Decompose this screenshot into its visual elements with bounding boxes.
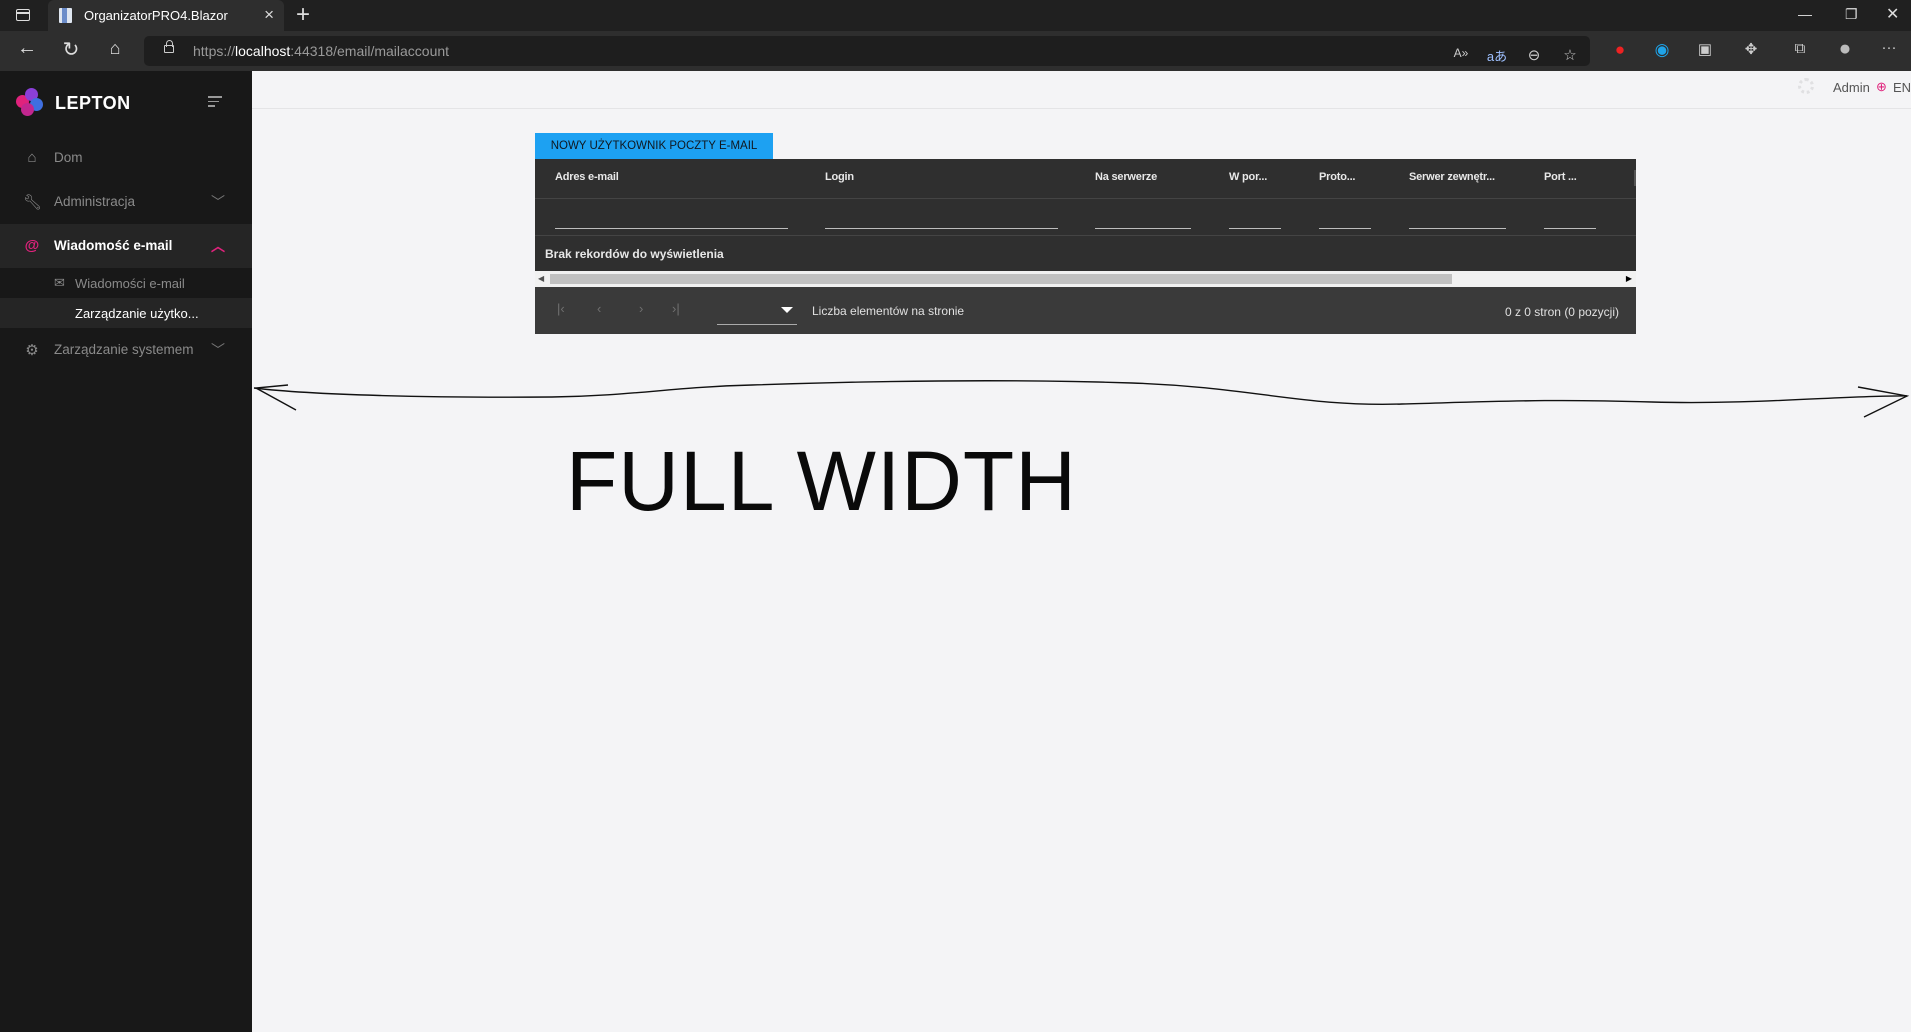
sidebar-item-administracja[interactable]: 🔧︎ Administracja ﹀ xyxy=(0,180,252,224)
collapse-menu-icon[interactable] xyxy=(208,96,222,110)
grid-header: Adres e-mail Login Na serwerze W por... … xyxy=(535,159,1636,199)
column-header[interactable]: Proto... xyxy=(1319,171,1355,183)
edge-extension-icon[interactable]: ◉ xyxy=(1651,40,1673,60)
sidebar-item-label: Administracja xyxy=(54,194,136,209)
profile-avatar-icon[interactable]: ● xyxy=(1834,37,1856,61)
pager: |‹ ‹ › ›| Liczba elementów na stronie 0 … xyxy=(535,287,1636,334)
sidebar: LEPTON ⌂ Dom 🔧︎ Administracja ﹀ @ Wiadom… xyxy=(0,71,252,1032)
tab-actions-icon[interactable] xyxy=(16,9,30,21)
brand-name: LEPTON xyxy=(55,93,131,113)
chevron-down-icon xyxy=(781,307,793,313)
collections-icon[interactable]: ⧉ xyxy=(1789,40,1811,57)
column-header[interactable]: W por... xyxy=(1229,171,1267,183)
filter-row xyxy=(535,198,1636,236)
home-icon[interactable]: ⌂ xyxy=(101,38,129,59)
filter-input[interactable] xyxy=(1229,228,1281,229)
settings-icon[interactable] xyxy=(1798,78,1814,94)
extension-red-icon[interactable]: ● xyxy=(1609,40,1631,60)
restore-icon[interactable]: ❐ xyxy=(1845,6,1858,23)
refresh-icon[interactable]: ↻ xyxy=(57,37,85,62)
browser-tab[interactable]: OrganizatorPRO4.Blazor × xyxy=(48,0,284,31)
chevron-up-icon: ︿ xyxy=(211,238,225,254)
empty-message: Brak rekordów do wyświetlenia xyxy=(545,247,724,261)
language-selector[interactable]: EN xyxy=(1893,80,1911,95)
full-width-arrow xyxy=(253,380,1910,418)
sidebar-item-zarzadzanie-systemem[interactable]: ⚙ Zarządzanie systemem ﹀ xyxy=(0,328,252,372)
filter-input[interactable] xyxy=(1409,228,1506,229)
chevron-down-icon: ﹀ xyxy=(211,342,225,358)
filter-input[interactable] xyxy=(825,228,1058,229)
column-header[interactable]: Port ... xyxy=(1544,171,1577,183)
more-menu-icon[interactable]: ··· xyxy=(1878,39,1900,56)
new-tab-icon[interactable]: + xyxy=(296,1,310,29)
language-globe-icon[interactable]: ⊕ xyxy=(1876,79,1887,95)
page-size-select[interactable] xyxy=(717,297,797,325)
at-icon: @ xyxy=(24,237,40,254)
close-window-icon[interactable]: ✕ xyxy=(1886,4,1899,24)
browser-tabbar: OrganizatorPRO4.Blazor × + — ❐ ✕ xyxy=(0,0,1911,31)
next-page-icon[interactable]: › xyxy=(639,301,643,316)
url-text[interactable]: https://localhost:44318/email/mailaccoun… xyxy=(193,43,449,59)
wrench-icon: 🔧︎ xyxy=(23,194,43,211)
user-menu[interactable]: Admin xyxy=(1833,80,1870,95)
scroll-left-icon[interactable]: ◀ xyxy=(538,274,544,283)
filter-input[interactable] xyxy=(1095,228,1191,229)
sidebar-subitem-zarzadzanie-uzytkownikami[interactable]: Zarządzanie użytko... xyxy=(0,298,252,328)
pager-info: 0 z 0 stron (0 pozycji) xyxy=(1504,305,1619,319)
column-header[interactable]: Serwer zewnętr... xyxy=(1409,171,1495,183)
mail-accounts-grid: Adres e-mail Login Na serwerze W por... … xyxy=(535,159,1636,334)
sidebar-item-label: Wiadomość e-mail xyxy=(54,238,173,253)
home-icon: ⌂ xyxy=(27,149,37,166)
scroll-right-icon[interactable]: ▶ xyxy=(1626,274,1632,283)
filter-input[interactable] xyxy=(555,228,788,229)
sidebar-subitem-label: Zarządzanie użytko... xyxy=(75,306,199,321)
filter-input[interactable] xyxy=(1544,228,1596,229)
new-mail-user-button[interactable]: NOWY UŻYTKOWNIK POCZTY E-MAIL xyxy=(535,133,773,159)
last-page-icon[interactable]: ›| xyxy=(672,301,680,316)
close-tab-icon[interactable]: × xyxy=(264,5,274,25)
sidebar-item-label: Zarządzanie systemem xyxy=(54,342,194,357)
page-favicon-icon xyxy=(59,8,72,23)
extension-box-icon[interactable]: ▣ xyxy=(1694,40,1716,58)
extensions-icon[interactable]: ✥ xyxy=(1740,40,1762,58)
column-header[interactable]: Adres e-mail xyxy=(555,171,619,183)
browser-toolbar: ← ↻ ⌂ https://localhost:44318/email/mail… xyxy=(0,31,1911,71)
page-size-label: Liczba elementów na stronie xyxy=(812,304,965,318)
chevron-down-icon: ﹀ xyxy=(211,194,225,210)
column-header[interactable]: Login xyxy=(825,171,854,183)
address-bar[interactable]: https://localhost:44318/email/mailaccoun… xyxy=(144,36,1590,66)
minimize-icon[interactable]: — xyxy=(1798,6,1812,22)
scrollbar-thumb[interactable] xyxy=(550,274,1452,284)
mail-icon: ✉ xyxy=(54,275,65,290)
sidebar-item-dom[interactable]: ⌂ Dom xyxy=(0,136,252,180)
sidebar-item-email[interactable]: @ Wiadomość e-mail ︿ xyxy=(0,224,252,268)
column-divider xyxy=(1634,170,1636,186)
gears-icon: ⚙ xyxy=(25,342,39,359)
prev-page-icon[interactable]: ‹ xyxy=(597,301,601,316)
zoom-icon[interactable]: ⊖ xyxy=(1523,46,1545,64)
read-aloud-icon[interactable]: A» xyxy=(1450,46,1472,60)
sidebar-subitem-wiadomosci[interactable]: ✉ Wiadomości e-mail xyxy=(0,268,252,298)
horizontal-scrollbar[interactable]: ◀ ▶ xyxy=(535,271,1636,287)
main-topbar xyxy=(252,71,1911,109)
first-page-icon[interactable]: |‹ xyxy=(557,301,565,316)
column-header[interactable]: Na serwerze xyxy=(1095,171,1157,183)
back-icon[interactable]: ← xyxy=(13,37,41,60)
add-favorite-icon[interactable]: ☆ xyxy=(1559,46,1581,64)
full-width-annotation: FULL WIDTH xyxy=(566,434,1077,528)
lepton-logo xyxy=(16,88,44,116)
tab-title: OrganizatorPRO4.Blazor xyxy=(84,8,228,23)
sidebar-item-label: Dom xyxy=(54,150,83,165)
translate-icon[interactable]: aあ xyxy=(1486,46,1508,65)
filter-input[interactable] xyxy=(1319,228,1371,229)
lock-icon[interactable] xyxy=(164,40,174,53)
sidebar-subitem-label: Wiadomości e-mail xyxy=(75,276,185,291)
